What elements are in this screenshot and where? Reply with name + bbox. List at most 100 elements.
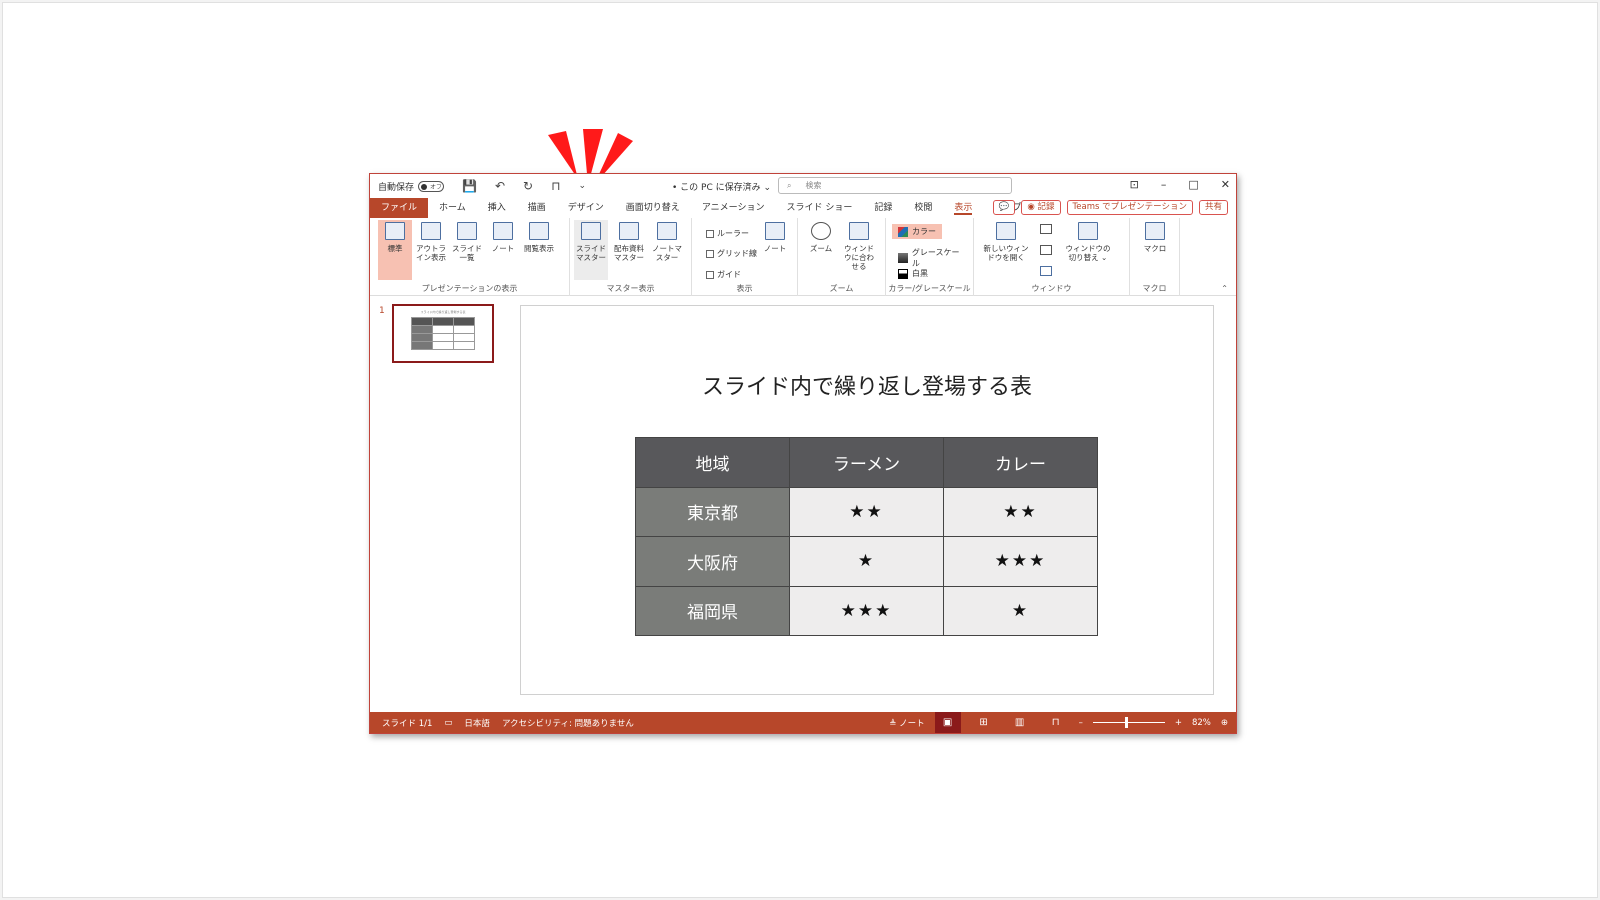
powerpoint-window: 自動保存 オフ 💾 ↶ ↻ ⊓ ⌄ • この PC に保存済み ⌄ ⌕ 検索 ⊡… xyxy=(369,173,1237,734)
tab-home[interactable]: ホーム xyxy=(428,198,477,218)
switch-windows-button[interactable]: ウィンドウの切り替え ⌄ xyxy=(1064,222,1112,262)
share-button[interactable]: 共有 xyxy=(1198,200,1228,215)
slide-thumbnails-pane: 1 スライド内で繰り返し登場する表 xyxy=(370,296,510,699)
move-split-icon[interactable] xyxy=(1040,266,1052,276)
slide-sorter-status-icon[interactable]: ⊞ xyxy=(971,712,997,733)
accessibility-status[interactable]: アクセシビリティ: 問題ありません xyxy=(502,717,634,729)
slide-title[interactable]: スライド内で繰り返し登場する表 xyxy=(521,369,1213,401)
slide-sorter-button[interactable]: スライド一覧 xyxy=(450,222,484,262)
notes-toggle-button[interactable]: ノート xyxy=(758,222,792,253)
slide-thumbnail[interactable]: スライド内で繰り返し登場する表 xyxy=(392,304,494,363)
ribbon-display-icon[interactable]: ⊡ xyxy=(1130,178,1139,191)
notes-master-button[interactable]: ノートマスター xyxy=(650,222,684,262)
slide-table[interactable]: 地域 ラーメン カレー 東京都 ★★ ★★ 大阪府 ★ ★★★ 福岡県 ★★★ … xyxy=(635,437,1098,636)
tab-draw[interactable]: 描画 xyxy=(517,198,557,218)
reading-view-button[interactable]: 閲覧表示 xyxy=(522,222,556,253)
tab-file[interactable]: ファイル xyxy=(370,198,429,218)
screen-background: 自動保存 オフ 💾 ↶ ↻ ⊓ ⌄ • この PC に保存済み ⌄ ⌕ 検索 ⊡… xyxy=(2,2,1598,898)
normal-view-button[interactable]: 標準 xyxy=(378,220,412,280)
slide-editing-area: スライド内で繰り返し登場する表 地域 ラーメン カレー 東京都 ★★ ★★ 大阪… xyxy=(510,296,1236,699)
tab-slideshow[interactable]: スライド ショー xyxy=(775,198,863,218)
save-icon[interactable]: 💾 xyxy=(462,179,477,193)
autosave: 自動保存 オフ xyxy=(378,180,445,193)
new-window-icon xyxy=(996,222,1016,240)
zoom-level[interactable]: 82% xyxy=(1192,718,1211,728)
zoom-slider-thumb[interactable] xyxy=(1124,717,1128,728)
notes-page-icon xyxy=(493,222,513,240)
group-label: カラー/グレースケール xyxy=(888,284,971,293)
thumbnail-number: 1 xyxy=(379,306,385,316)
comment-icon[interactable]: 💬 xyxy=(992,200,1016,215)
slideshow-status-icon[interactable]: ⊓ xyxy=(1043,712,1069,733)
table-cell[interactable]: ★ xyxy=(943,585,1098,636)
group-show: ルーラー グリッド線 ガイド ノート 表示 xyxy=(692,218,798,296)
table-header-cell[interactable]: ラーメン xyxy=(789,437,944,488)
gridlines-checkbox[interactable]: グリッド線 xyxy=(706,248,757,259)
title-bar: 自動保存 オフ 💾 ↶ ↻ ⊓ ⌄ • この PC に保存済み ⌄ ⌕ 検索 ⊡… xyxy=(370,174,1236,198)
bw-option[interactable]: 白黒 xyxy=(892,266,934,281)
table-header-cell[interactable]: カレー xyxy=(943,437,1098,488)
start-slideshow-icon[interactable]: ⊓ xyxy=(551,179,560,193)
group-zoom: ズーム ウィンドウに合わせる ズーム xyxy=(798,218,886,296)
group-label: ズーム xyxy=(829,284,854,293)
teams-present-button[interactable]: Teams でプレゼンテーション xyxy=(1066,200,1193,215)
outline-view-button[interactable]: アウトライン表示 xyxy=(414,222,448,262)
maximize-button[interactable]: □ xyxy=(1188,178,1198,191)
customize-toolbar-icon[interactable]: ⌄ xyxy=(578,181,586,191)
table-cell[interactable]: ★★★ xyxy=(789,585,944,636)
quick-access-toolbar: 💾 ↶ ↻ ⊓ ⌄ xyxy=(462,179,586,193)
slide-master-button[interactable]: スライドマスター xyxy=(574,220,608,280)
spelling-icon[interactable]: ▭ xyxy=(444,718,452,728)
search-input[interactable]: ⌕ 検索 xyxy=(778,177,1012,194)
color-option[interactable]: カラー xyxy=(892,224,942,239)
record-button[interactable]: ◉ 記録 xyxy=(1021,200,1061,215)
table-cell[interactable]: ★★ xyxy=(789,486,944,537)
autosave-toggle[interactable]: オフ xyxy=(418,180,445,192)
collapse-ribbon-icon[interactable]: ⌃ xyxy=(1221,284,1228,293)
slide-canvas[interactable]: スライド内で繰り返し登場する表 地域 ラーメン カレー 東京都 ★★ ★★ 大阪… xyxy=(520,305,1214,695)
table-cell[interactable]: ★★ xyxy=(943,486,1098,537)
reading-view-status-icon[interactable]: ▥ xyxy=(1007,712,1033,733)
table-row-header[interactable]: 大阪府 xyxy=(635,536,790,587)
zoom-out-icon[interactable]: – xyxy=(1079,718,1083,728)
zoom-in-icon[interactable]: + xyxy=(1175,718,1182,728)
ruler-checkbox[interactable]: ルーラー xyxy=(706,228,749,239)
status-right: ≜ ノート ▣ ⊞ ▥ ⊓ – + 82% ⊕ xyxy=(889,712,1228,733)
fit-slide-icon[interactable]: ⊕ xyxy=(1221,718,1228,728)
tab-review[interactable]: 校閲 xyxy=(903,198,943,218)
minimize-button[interactable]: – xyxy=(1161,178,1167,191)
zoom-button[interactable]: ズーム xyxy=(804,222,838,253)
guides-checkbox[interactable]: ガイド xyxy=(706,269,741,280)
notes-button[interactable]: ≜ ノート xyxy=(889,717,924,729)
autosave-label: 自動保存 xyxy=(378,182,415,193)
table-cell[interactable]: ★★★ xyxy=(943,536,1098,587)
language-indicator[interactable]: 日本語 xyxy=(464,717,490,729)
tab-transitions[interactable]: 画面切り替え xyxy=(615,198,691,218)
tab-animations[interactable]: アニメーション xyxy=(691,198,776,218)
fit-window-button[interactable]: ウィンドウに合わせる xyxy=(842,222,876,271)
arrange-all-icon[interactable] xyxy=(1040,224,1052,234)
table-row-header[interactable]: 福岡県 xyxy=(635,585,790,636)
tab-design[interactable]: デザイン xyxy=(557,198,615,218)
save-status[interactable]: • この PC に保存済み ⌄ xyxy=(672,180,771,193)
notes-page-button[interactable]: ノート xyxy=(486,222,520,253)
close-button[interactable]: ✕ xyxy=(1221,178,1230,191)
tab-view[interactable]: 表示 xyxy=(943,198,983,218)
table-cell[interactable]: ★ xyxy=(789,536,944,587)
macros-button[interactable]: マクロ xyxy=(1138,222,1172,253)
tab-insert[interactable]: 挿入 xyxy=(477,198,517,218)
slide-count[interactable]: スライド 1/1 xyxy=(382,717,432,729)
tab-record[interactable]: 記録 xyxy=(863,198,903,218)
zoom-slider[interactable] xyxy=(1092,717,1165,728)
group-window: 新しいウィンドウを開く ウィンドウの切り替え ⌄ ウィンドウ xyxy=(974,218,1130,296)
undo-icon[interactable]: ↶ xyxy=(495,179,505,193)
cascade-icon[interactable] xyxy=(1040,245,1052,255)
color-icon xyxy=(898,226,908,237)
handout-master-button[interactable]: 配布資料マスター xyxy=(612,222,646,262)
group-label: ウィンドウ xyxy=(1031,284,1072,293)
new-window-button[interactable]: 新しいウィンドウを開く xyxy=(982,222,1030,262)
redo-icon[interactable]: ↻ xyxy=(523,179,533,193)
table-row-header[interactable]: 東京都 xyxy=(635,486,790,537)
table-header-cell[interactable]: 地域 xyxy=(635,437,790,488)
normal-view-status-icon[interactable]: ▣ xyxy=(934,712,961,733)
